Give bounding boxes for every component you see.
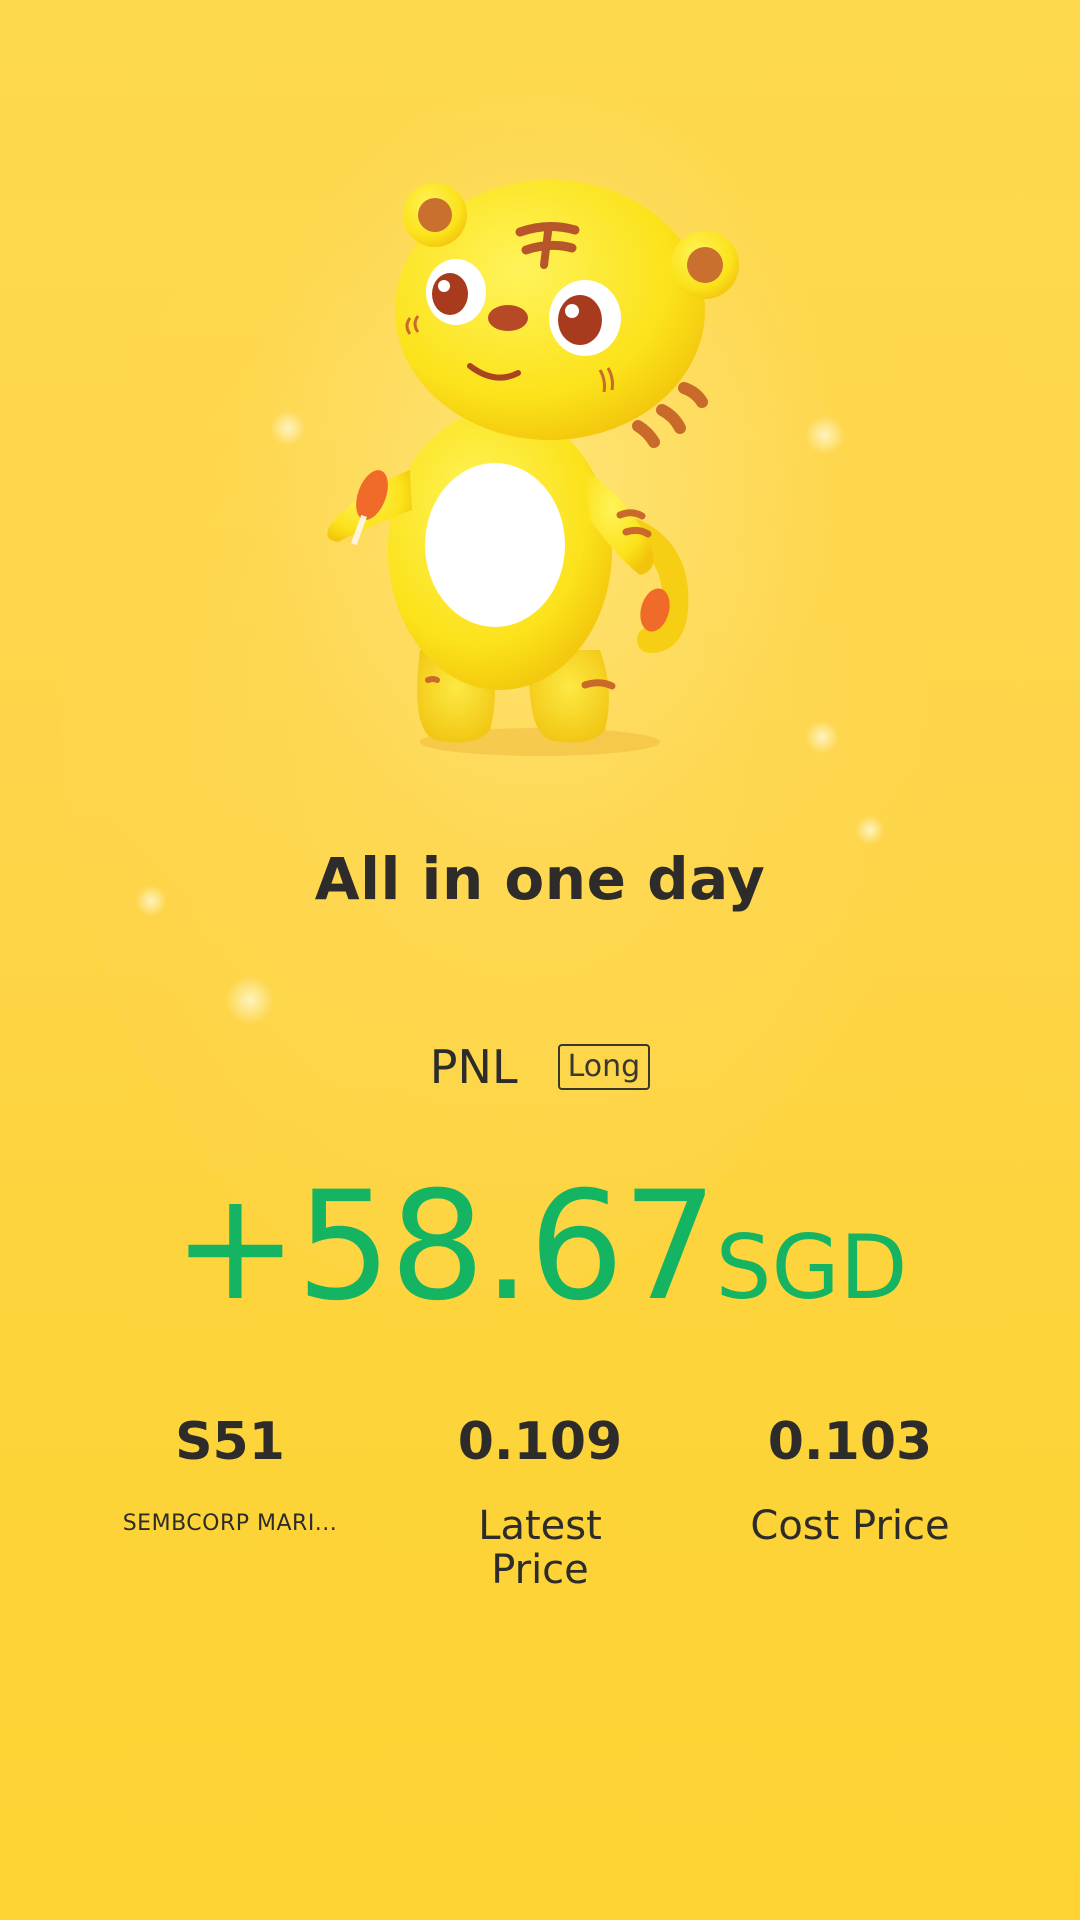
sparkle — [855, 815, 885, 845]
pnl-label: PNL — [429, 1040, 518, 1094]
stat-cost-price: 0.103 Cost Price — [700, 1410, 1000, 1592]
position-direction-badge: Long — [557, 1044, 651, 1090]
tiger-mascot-illustration — [327, 180, 739, 756]
page-title: All in one day — [314, 845, 766, 913]
cost-price-label: Cost Price — [750, 1503, 950, 1549]
pnl-value: +58.67SGD — [0, 1160, 1080, 1334]
pnl-currency: SGD — [715, 1216, 908, 1319]
stock-name: SEMBCORP MARI... — [122, 1511, 338, 1536]
cost-price-value: 0.103 — [767, 1412, 933, 1472]
stat-symbol: S51 SEMBCORP MARI... — [80, 1410, 380, 1592]
sparkle — [225, 975, 275, 1025]
stat-latest-price: 0.109 Latest Price — [390, 1410, 690, 1592]
position-stats: S51 SEMBCORP MARI... 0.109 Latest Price … — [80, 1410, 1000, 1592]
stock-code: S51 — [175, 1412, 285, 1472]
latest-price-label: Latest Price — [478, 1503, 602, 1593]
pnl-header: PNL Long — [0, 1040, 1080, 1094]
pnl-amount: +58.67 — [172, 1160, 718, 1334]
sparkle — [805, 415, 845, 455]
latest-price-value: 0.109 — [457, 1412, 623, 1472]
sparkle — [805, 720, 839, 754]
